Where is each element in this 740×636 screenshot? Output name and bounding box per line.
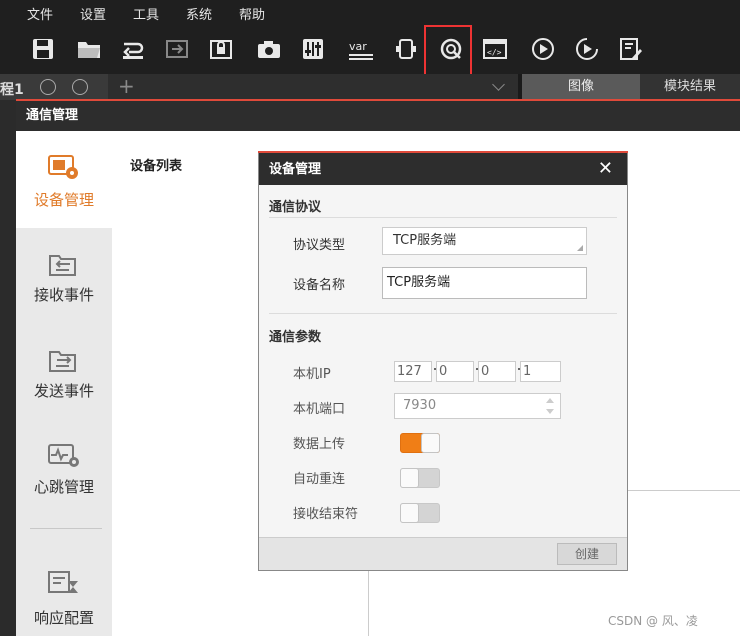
dialog-title-text: 设备管理 [269, 162, 322, 177]
loop-play-icon[interactable] [72, 79, 88, 95]
nav-label: 发送事件 [33, 382, 94, 400]
run-once-icon[interactable] [530, 36, 556, 62]
nav-label: 响应配置 [33, 609, 94, 627]
nav-receive-event[interactable]: 接收事件 [16, 228, 112, 324]
local-ip-label: 本机IP [293, 367, 331, 382]
auto-reconnect-label: 自动重连 [293, 472, 346, 487]
svg-text:</>: </> [487, 48, 502, 57]
menu-system[interactable]: 系统 [186, 4, 212, 23]
nav-heartbeat[interactable]: 心跳管理 [16, 420, 112, 516]
local-port-label: 本机端口 [293, 402, 346, 417]
create-button[interactable]: 创建 [557, 543, 617, 565]
toggle-knob [421, 433, 440, 453]
run-loop-icon[interactable] [574, 36, 600, 62]
protocol-type-value: TCP服务端 [393, 233, 457, 248]
device-manage-dialog: 设备管理 ✕ 通信协议 协议类型 TCP服务端 设备名称 TCP服务端 通信参数… [258, 151, 628, 571]
spin-up-icon[interactable] [546, 398, 554, 403]
send-event-icon [48, 346, 78, 374]
section-divider [269, 313, 617, 314]
data-upload-label: 数据上传 [293, 437, 346, 452]
toggle-knob [400, 468, 419, 488]
process-tab-label: 程1 [0, 82, 24, 98]
tab-image[interactable]: 图像 [522, 74, 640, 100]
lock-icon[interactable] [208, 36, 234, 62]
comm-window-title: 通信管理 [16, 101, 740, 131]
chevron-down-icon[interactable] [492, 78, 505, 91]
recv-terminator-label: 接收结束符 [293, 507, 359, 522]
nav-send-event[interactable]: 发送事件 [16, 324, 112, 420]
ip-octet-1[interactable]: 127 [394, 361, 432, 382]
data-upload-toggle[interactable] [400, 433, 440, 453]
protocol-type-label: 协议类型 [293, 238, 346, 253]
comm-side-nav: 设备管理 接收事件 发送事件 心跳管理 响应配置 [16, 131, 112, 636]
svg-text:var: var [349, 40, 367, 53]
watermark: CSDN @ 风、凌 [608, 614, 698, 628]
ip-octet-4[interactable]: 1 [520, 361, 561, 382]
ip-octet-3[interactable]: 0 [478, 361, 516, 382]
response-config-icon [48, 569, 80, 597]
device-list-title: 设备列表 [130, 159, 183, 174]
open-folder-icon[interactable] [76, 36, 102, 62]
nav-label: 心跳管理 [33, 478, 94, 496]
auto-reconnect-toggle[interactable] [400, 468, 440, 488]
dialog-footer: 创建 [259, 537, 627, 570]
code-script-icon[interactable]: </> [482, 36, 508, 62]
menu-tools[interactable]: 工具 [133, 4, 159, 23]
sliders-icon[interactable] [300, 36, 326, 62]
section-divider [269, 217, 617, 218]
import-icon[interactable] [120, 36, 146, 62]
nav-label: 设备管理 [33, 191, 94, 209]
params-section-title: 通信参数 [269, 330, 322, 345]
nav-response-config[interactable]: 响应配置 [16, 551, 112, 636]
toggle-knob [400, 503, 419, 523]
ip-octet-2[interactable]: 0 [436, 361, 474, 382]
left-edge [0, 101, 16, 636]
menu-help[interactable]: 帮助 [239, 4, 265, 23]
close-icon[interactable]: ✕ [598, 158, 613, 179]
receive-event-icon [48, 250, 78, 278]
heartbeat-icon [48, 442, 80, 470]
process-tab[interactable]: 程1 [0, 74, 108, 100]
toolbar-highlight-box [424, 25, 472, 78]
device-manage-icon [48, 155, 78, 181]
variable-icon[interactable]: var [348, 36, 374, 62]
spin-down-icon[interactable] [546, 409, 554, 414]
dropdown-corner-icon [577, 245, 583, 251]
save-icon[interactable] [30, 36, 56, 62]
protocol-type-select[interactable]: TCP服务端 [382, 227, 587, 255]
recv-terminator-toggle[interactable] [400, 503, 440, 523]
nav-separator [30, 528, 102, 529]
protocol-section-title: 通信协议 [269, 200, 322, 215]
menu-file[interactable]: 文件 [27, 4, 53, 23]
nav-device-manage[interactable]: 设备管理 [16, 131, 112, 228]
local-port-stepper[interactable]: 7930 [394, 393, 561, 419]
tab-strip: 程1 + 图像 模块结果 [0, 74, 740, 100]
device-name-label: 设备名称 [293, 278, 346, 293]
local-port-value: 7930 [403, 398, 437, 413]
device-name-input[interactable]: TCP服务端 [382, 267, 587, 299]
export-icon[interactable] [164, 36, 190, 62]
edit-report-icon[interactable] [618, 36, 644, 62]
menu-bar: 文件 设置 工具 系统 帮助 [0, 0, 740, 26]
menu-settings[interactable]: 设置 [80, 4, 106, 23]
nav-label: 接收事件 [33, 286, 94, 304]
play-circle-icon[interactable] [40, 79, 56, 95]
add-tab-icon[interactable]: + [118, 74, 135, 98]
toolbar: var </> [0, 26, 740, 74]
device-icon[interactable] [394, 36, 420, 62]
dialog-accent-line [258, 151, 628, 153]
camera-icon[interactable] [256, 36, 282, 62]
tab-module-result[interactable]: 模块结果 [640, 74, 740, 100]
dialog-title: 设备管理 [259, 152, 627, 185]
